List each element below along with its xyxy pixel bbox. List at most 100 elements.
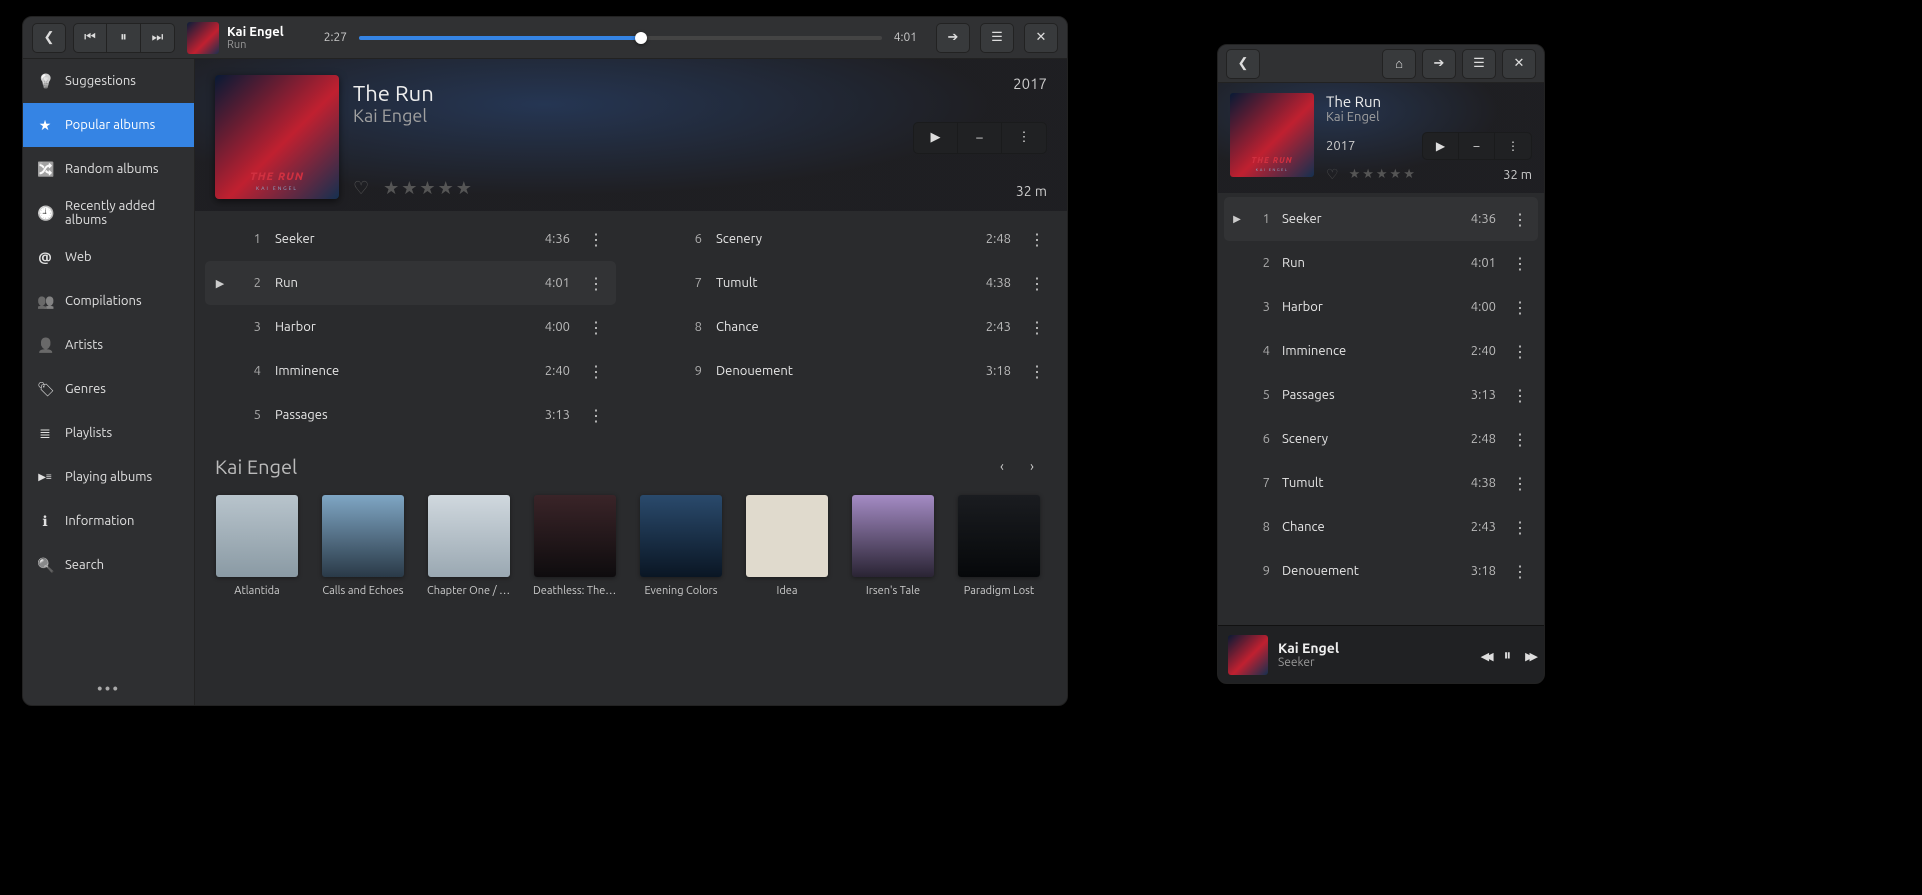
compact-track-row[interactable]: 9Denouement3:18 — [1224, 549, 1538, 593]
track-title: Tumult — [1282, 476, 1459, 490]
play-album-button[interactable] — [914, 123, 958, 153]
sidebar-item-genres[interactable]: Genres — [23, 367, 194, 411]
album-more-button[interactable] — [1002, 123, 1046, 153]
compact-track-row[interactable]: 1Seeker4:36 — [1224, 197, 1538, 241]
track-duration: 3:13 — [1471, 388, 1496, 402]
related-album[interactable]: Irsen's Tale — [851, 495, 935, 597]
sidebar-item-compilations[interactable]: Compilations — [23, 279, 194, 323]
compact-dequeue-button[interactable] — [1459, 133, 1495, 159]
back-button[interactable] — [32, 23, 66, 53]
kebab-icon — [1018, 130, 1031, 145]
sidebar-item-web[interactable]: Web — [23, 235, 194, 279]
menu-button[interactable] — [980, 23, 1014, 53]
sidebar-item-information[interactable]: Information — [23, 499, 194, 543]
related-album[interactable]: Evening Colors — [639, 495, 723, 597]
compact-close-button[interactable] — [1502, 49, 1536, 79]
footer-pause-button[interactable] — [1504, 646, 1512, 664]
track-row[interactable]: 2Run4:01 — [205, 261, 616, 305]
track-menu-button[interactable] — [584, 318, 608, 337]
sidebar-item-random-albums[interactable]: Random albums — [23, 147, 194, 191]
compact-back-button[interactable] — [1226, 49, 1260, 79]
track-row[interactable]: 5Passages3:13 — [205, 393, 616, 437]
elapsed-time: 2:27 — [324, 31, 347, 44]
track-menu-button[interactable] — [584, 362, 608, 381]
track-row[interactable]: 3Harbor4:00 — [205, 305, 616, 349]
track-menu-button[interactable] — [1508, 254, 1532, 273]
sidebar-item-popular-albums[interactable]: Popular albums — [23, 103, 194, 147]
track-menu-button[interactable] — [584, 230, 608, 249]
sidebar-item-artists[interactable]: Artists — [23, 323, 194, 367]
play-pause-button[interactable] — [107, 23, 141, 53]
track-menu-button[interactable] — [1025, 362, 1049, 381]
sidebar-item-suggestions[interactable]: Suggestions — [23, 59, 194, 103]
compact-play-button[interactable] — [1423, 133, 1459, 159]
scroll-left-button[interactable] — [987, 451, 1017, 481]
info-icon — [37, 513, 53, 529]
star-rating[interactable] — [383, 178, 472, 199]
track-menu-button[interactable] — [1508, 298, 1532, 317]
prev-track-button[interactable] — [73, 23, 107, 53]
compact-track-row[interactable]: 8Chance2:43 — [1224, 505, 1538, 549]
related-album[interactable]: Atlantida — [215, 495, 299, 597]
compact-favorite-button[interactable] — [1326, 166, 1339, 183]
track-row[interactable]: 6Scenery2:48 — [646, 217, 1057, 261]
sidebar-item-recently-added-albums[interactable]: Recently added albums — [23, 191, 194, 235]
related-album[interactable]: Paradigm Lost — [957, 495, 1041, 597]
track-number: 9 — [684, 364, 702, 378]
track-menu-button[interactable] — [1025, 318, 1049, 337]
track-menu-button[interactable] — [584, 406, 608, 425]
track-menu-button[interactable] — [1508, 210, 1532, 229]
related-album[interactable]: Idea — [745, 495, 829, 597]
expand-button[interactable] — [936, 23, 970, 53]
related-album[interactable]: Deathless: The R… — [533, 495, 617, 597]
compact-track-row[interactable]: 4Imminence2:40 — [1224, 329, 1538, 373]
track-menu-button[interactable] — [1508, 386, 1532, 405]
dequeue-button[interactable] — [958, 123, 1002, 153]
track-menu-button[interactable] — [1508, 430, 1532, 449]
track-menu-button[interactable] — [1508, 474, 1532, 493]
scroll-right-button[interactable] — [1017, 451, 1047, 481]
home-button[interactable] — [1382, 49, 1416, 79]
chevron-left-icon — [1000, 458, 1004, 474]
track-row[interactable]: 9Denouement3:18 — [646, 349, 1057, 393]
compact-track-row[interactable]: 7Tumult4:38 — [1224, 461, 1538, 505]
track-menu-button[interactable] — [584, 274, 608, 293]
track-row[interactable]: 1Seeker4:36 — [205, 217, 616, 261]
close-button[interactable] — [1024, 23, 1058, 53]
footer-prev-button[interactable] — [1481, 646, 1490, 664]
album-strip: Atlantida Calls and Echoes Chapter One / C… — [215, 495, 1047, 597]
track-menu-button[interactable] — [1508, 562, 1532, 581]
compact-track-row[interactable]: 3Harbor4:00 — [1224, 285, 1538, 329]
compact-track-row[interactable]: 2Run4:01 — [1224, 241, 1538, 285]
track-title: Harbor — [1282, 300, 1459, 314]
track-row[interactable]: 8Chance2:43 — [646, 305, 1057, 349]
compact-more-button[interactable] — [1495, 133, 1531, 159]
compact-star-rating[interactable] — [1349, 167, 1415, 182]
track-menu-button[interactable] — [1508, 518, 1532, 537]
footer-next-button[interactable] — [1525, 646, 1534, 664]
related-album[interactable]: Chapter One / C… — [427, 495, 511, 597]
progress-track[interactable] — [359, 36, 882, 40]
compact-album-title: The Run — [1326, 93, 1532, 110]
related-album[interactable]: Calls and Echoes — [321, 495, 405, 597]
compact-expand-button[interactable] — [1422, 49, 1456, 79]
sidebar-item-playlists[interactable]: Playlists — [23, 411, 194, 455]
sidebar-overflow[interactable]: ••• — [23, 673, 194, 705]
track-row[interactable]: 4Imminence2:40 — [205, 349, 616, 393]
next-track-button[interactable] — [141, 23, 175, 53]
track-menu-button[interactable] — [1025, 230, 1049, 249]
star-icon — [419, 178, 435, 199]
track-row[interactable]: 7Tumult4:38 — [646, 261, 1057, 305]
track-menu-button[interactable] — [1025, 274, 1049, 293]
compact-track-row[interactable]: 5Passages3:13 — [1224, 373, 1538, 417]
compact-track-list: 1Seeker4:362Run4:013Harbor4:004Imminence… — [1218, 193, 1544, 625]
compact-track-row[interactable]: 6Scenery2:48 — [1224, 417, 1538, 461]
sidebar-item-playing-albums[interactable]: Playing albums — [23, 455, 194, 499]
sidebar-item-search[interactable]: Search — [23, 543, 194, 587]
track-menu-button[interactable] — [1508, 342, 1532, 361]
compact-menu-button[interactable] — [1462, 49, 1496, 79]
track-number: 8 — [684, 320, 702, 334]
favorite-button[interactable] — [353, 178, 369, 199]
track-number: 4 — [243, 364, 261, 378]
progress-handle[interactable] — [635, 32, 647, 44]
